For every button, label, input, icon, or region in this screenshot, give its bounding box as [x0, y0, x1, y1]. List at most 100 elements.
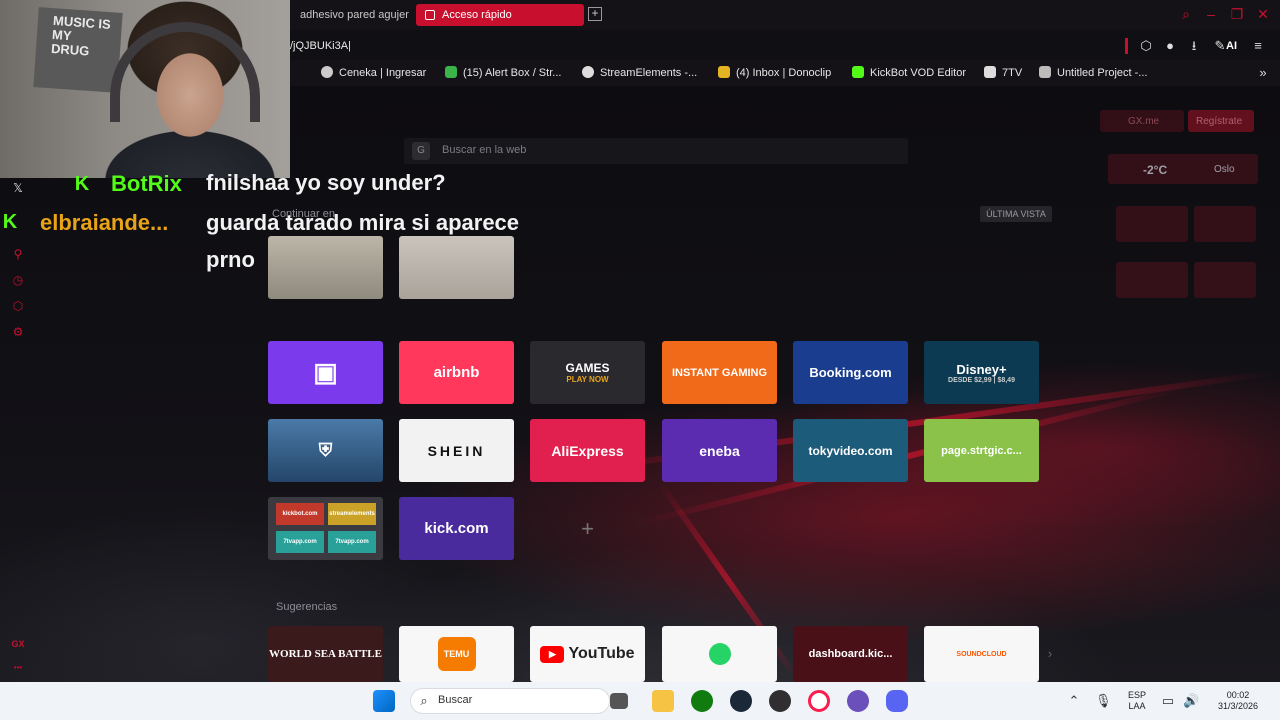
speed-dial-icon: [425, 10, 435, 20]
tile-kick[interactable]: kick.com: [399, 497, 514, 560]
tile-world-of-warships[interactable]: ⛨: [268, 419, 383, 482]
recent-thumbnail[interactable]: [399, 236, 514, 299]
suggestions-label: Sugerencias: [276, 601, 338, 613]
alertbox-icon: [445, 66, 457, 78]
web-search-input[interactable]: G Buscar en la web: [404, 138, 908, 164]
webcam-overlay: MUSIC IS MY DRUG: [0, 0, 290, 178]
profile-icon[interactable]: ●: [1162, 38, 1178, 54]
app-icon[interactable]: [847, 690, 869, 712]
tile-label: kick.com: [424, 520, 489, 537]
last-view-button[interactable]: ÚLTIMA VISTA: [980, 206, 1052, 222]
history-icon[interactable]: ◷: [10, 272, 26, 288]
recent-thumbnail[interactable]: [268, 236, 383, 299]
download-icon[interactable]: ⭳: [1186, 38, 1202, 54]
suggestions-next-icon[interactable]: ›: [1042, 646, 1058, 662]
tile-booking[interactable]: Booking.com: [793, 341, 908, 404]
tile-youtube[interactable]: ▶ YouTube: [530, 626, 645, 682]
ai-label[interactable]: AI: [1226, 38, 1237, 54]
weather-widget[interactable]: [1108, 154, 1258, 184]
register-label: Regístrate: [1196, 116, 1243, 127]
obs-icon[interactable]: [769, 690, 791, 712]
news-thumbnail[interactable]: [1116, 206, 1188, 242]
bookmark-item[interactable]: Untitled Project -...: [1039, 66, 1147, 80]
tile-disney[interactable]: Disney+ DESDE $2,99 | $8,49: [924, 341, 1039, 404]
chat-username: elbraiande...: [40, 210, 169, 235]
tile-whatsapp[interactable]: [662, 626, 777, 682]
city-label: Oslo: [1214, 164, 1235, 175]
tile-airbnb[interactable]: airbnb: [399, 341, 514, 404]
tile-temu[interactable]: TEMU: [399, 626, 514, 682]
more-icon[interactable]: •••: [10, 660, 26, 676]
tile-folder[interactable]: kickbot.com streamelements 7tvapp.com 7t…: [268, 497, 383, 560]
bookmark-item[interactable]: (4) Inbox | Donoclip: [718, 66, 831, 80]
clock[interactable]: 00:02 31/3/2026: [1206, 690, 1270, 712]
taskbar: [0, 682, 1280, 720]
extensions-sidebar-icon[interactable]: ⬡: [10, 298, 26, 314]
xbox-icon[interactable]: [691, 690, 713, 712]
tile-dashboard-kick[interactable]: dashboard.kic...: [793, 626, 908, 682]
tab-label: adhesivo pared agujer: [300, 9, 409, 21]
steam-icon[interactable]: [730, 690, 752, 712]
tab-label: Acceso rápido: [442, 9, 512, 21]
network-icon[interactable]: ▭: [1160, 693, 1176, 709]
bookmark-item[interactable]: KickBot VOD Editor: [852, 66, 966, 80]
bookmarks-more-icon[interactable]: »: [1255, 65, 1271, 81]
mini-tile: kickbot.com: [276, 503, 324, 525]
tile-label: tokyvideo.com: [808, 443, 893, 458]
tile-gx-games[interactable]: GAMES PLAY NOW: [530, 341, 645, 404]
file-explorer-icon[interactable]: [652, 690, 674, 712]
x-icon[interactable]: 𝕏: [10, 180, 26, 196]
tray-expand-icon[interactable]: ⌃: [1066, 693, 1082, 709]
close-icon[interactable]: ✕: [1256, 6, 1270, 22]
mini-tile: 7tvapp.com: [328, 531, 376, 553]
tab-acceso-rapido[interactable]: Acceso rápido: [416, 4, 584, 26]
new-tab-button[interactable]: +: [588, 7, 602, 21]
bookmark-label: KickBot VOD Editor: [870, 67, 966, 79]
warships-icon: ⛨: [318, 440, 333, 460]
tile-label: GAMES: [565, 361, 610, 375]
tile-label: page.strtgic.c...: [941, 444, 1022, 457]
tile-instant-gaming[interactable]: INSTANT GAMING: [662, 341, 777, 404]
discord-icon[interactable]: [886, 690, 908, 712]
minimize-icon[interactable]: –: [1204, 6, 1218, 22]
tile-soundcloud[interactable]: SOUNDCLOUD: [924, 626, 1039, 682]
tile-aliexpress[interactable]: AliExpress: [530, 419, 645, 482]
bookmark-label: (4) Inbox | Donoclip: [736, 67, 832, 79]
add-tile-button[interactable]: +: [530, 497, 645, 560]
url-input[interactable]: /jQJBUKi3A|: [286, 38, 1126, 54]
tile-label: WORLD SEA BATTLE: [269, 648, 382, 660]
menu-icon[interactable]: ≡: [1250, 38, 1266, 54]
bookmark-label: 7TV: [1002, 67, 1023, 79]
windows-start-icon[interactable]: [373, 690, 395, 712]
opera-gx-icon[interactable]: [808, 690, 830, 712]
microphone-icon[interactable]: 🎙: [1095, 693, 1112, 709]
url-accent: [1125, 38, 1128, 54]
language-indicator[interactable]: ESP LAA: [1124, 690, 1150, 712]
pin-icon[interactable]: ⚲: [10, 246, 26, 262]
youtube-icon: ▶: [540, 645, 565, 663]
tile-label: Booking.com: [809, 365, 892, 380]
settings-icon[interactable]: ⚙: [10, 324, 26, 340]
news-thumbnail[interactable]: [1116, 262, 1188, 298]
bookmark-item[interactable]: (15) Alert Box / Str...: [445, 66, 561, 80]
bookmark-item[interactable]: 7TV: [984, 66, 1022, 80]
mini-tile: streamelements: [328, 503, 376, 525]
tab-adhesivo[interactable]: adhesivo pared agujer: [290, 4, 410, 26]
search-tabs-icon[interactable]: ⌕: [1179, 6, 1193, 22]
volume-icon[interactable]: 🔊: [1183, 693, 1199, 709]
news-thumbnail[interactable]: [1194, 262, 1256, 298]
tile-eneba[interactable]: eneba: [662, 419, 777, 482]
tile-shein[interactable]: SHEIN: [399, 419, 514, 482]
task-view-icon[interactable]: [610, 693, 628, 709]
bookmark-item[interactable]: Ceneka | Ingresar: [321, 66, 426, 80]
tile-strtgic[interactable]: page.strtgic.c...: [924, 419, 1039, 482]
tile-tokyvideo[interactable]: tokyvideo.com: [793, 419, 908, 482]
tile-world-sea-battle[interactable]: WORLD SEA BATTLE: [268, 626, 383, 682]
news-thumbnail[interactable]: [1194, 206, 1256, 242]
maximize-icon[interactable]: ❐: [1230, 6, 1244, 22]
bookmark-item[interactable]: StreamElements -...: [582, 66, 697, 80]
extensions-icon[interactable]: ⬡: [1138, 38, 1154, 54]
tile-twitch[interactable]: ▣: [268, 341, 383, 404]
gx-label[interactable]: GX: [10, 636, 26, 652]
kick-icon: K: [2, 211, 18, 233]
